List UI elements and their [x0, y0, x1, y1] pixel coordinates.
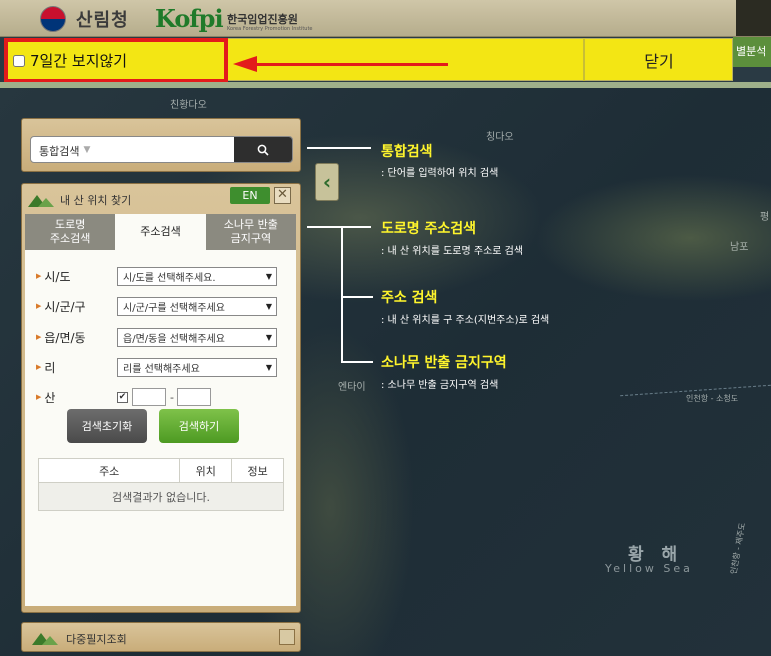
search-category-value: 통합검색 — [39, 145, 80, 158]
form-row-ri: ▶ 리 리를 선택해주세요 ▼ — [25, 356, 296, 378]
annotation-title-road: 도로명 주소검색 — [381, 221, 477, 237]
hide-7days-label: 7일간 보지않기 — [30, 52, 128, 70]
mountain-icon — [28, 193, 56, 207]
annotation-desc-integrated: : 단어를 입력하여 위치 검색 — [381, 168, 499, 179]
kofpi-wordmark: Kofpi — [155, 4, 224, 33]
lot-number-dash: - — [170, 390, 174, 404]
expand-panel-icon[interactable] — [279, 629, 295, 645]
annotation-desc-address: : 내 산 위치를 구 주소(지번주소)로 검색 — [381, 315, 550, 326]
close-icon[interactable]: ✕ — [274, 187, 291, 204]
annotation-desc-pine: : 소나무 반출 금지구역 검색 — [381, 380, 499, 391]
map-label-pyeong: 평 — [760, 212, 770, 223]
run-search-button[interactable]: 검색하기 — [159, 409, 239, 443]
logo1-text: 산림청 — [76, 10, 129, 31]
column-header-address: 주소 — [37, 458, 181, 483]
form-row-mountain: ▶ 산 ✔ - — [25, 386, 296, 408]
integrated-search-box: 통합검색 ▼ — [30, 136, 293, 163]
sigungu-select[interactable]: 시/군/구를 선택해주세요 ▼ — [117, 296, 277, 316]
map-label-yantai: 엔타이 — [338, 382, 366, 393]
bullet-icon: ▶ — [36, 302, 42, 310]
kofpi-english-name: Korea Forestry Promotion Institute — [227, 26, 313, 32]
annotation-title-integrated: 통합검색 — [381, 144, 433, 160]
dropdown-arrow-icon: ▼ — [265, 271, 272, 281]
sido-select[interactable]: 시/도를 선택해주세요. ▼ — [117, 266, 277, 286]
mountain-checkbox[interactable]: ✔ — [117, 391, 128, 403]
analysis-tab[interactable]: 별분석 — [733, 37, 771, 67]
hide-7days-checkbox[interactable] — [13, 54, 25, 67]
eupmyeondong-label: 읍/면/동 — [44, 330, 86, 345]
tab-address[interactable]: 주소검색 — [115, 214, 206, 250]
form-row-eupmyeondong: ▶ 읍/면/동 읍/면/동을 선택해주세요 ▼ — [25, 326, 296, 348]
bullet-icon: ▶ — [36, 272, 42, 280]
column-header-location: 위치 — [179, 458, 233, 483]
form-row-sido: ▶ 시/도 시/도를 선택해주세요. ▼ — [25, 265, 296, 287]
header-right-edge — [736, 0, 771, 36]
site-header: 산림청 Kofpi 한국임업진흥원 Korea Forestry Promoti… — [0, 0, 771, 37]
search-results-table: 주소 위치 정보 검색결과가 없습니다. — [37, 458, 284, 511]
address-search-form: ▶ 시/도 시/도를 선택해주세요. ▼ ▶ 시/군/구 시/군/구를 선택해주세요 ▼… — [25, 250, 296, 606]
annotation-title-address: 주소 검색 — [381, 290, 438, 306]
map-label-qingdao: 칭다오 — [486, 132, 514, 143]
search-icon — [257, 144, 269, 156]
tab-pine-restriction-label: 소나무 반출 금지구역 — [223, 218, 278, 245]
annotation-line-vertical — [341, 226, 343, 363]
english-toggle-button[interactable]: EN — [230, 187, 270, 204]
map-label-nampo: 남포 — [730, 242, 749, 253]
annotation-line-4 — [341, 361, 373, 363]
mountain-label: 산 — [44, 390, 56, 405]
tab-road-address-label: 도로명 주소검색 — [49, 218, 91, 245]
red-arrow-head-icon — [233, 56, 257, 72]
popup-notice-bar: 닫기 7일간 보지않기 별분석 — [0, 37, 771, 83]
form-row-sigungu: ▶ 시/군/구 시/군/구를 선택해주세요 ▼ — [25, 295, 296, 317]
red-arrow-shaft — [255, 63, 448, 66]
ri-select[interactable]: 리를 선택해주세요 ▼ — [117, 357, 277, 377]
popup-close-button[interactable]: 닫기 — [585, 38, 733, 81]
annotation-line-1 — [307, 147, 371, 149]
find-panel-title: 내 산 위치 찾기 — [60, 194, 132, 207]
taegeuk-emblem-icon — [40, 6, 66, 32]
dropdown-arrow-icon: ▼ — [265, 301, 272, 311]
find-location-panel: 내 산 위치 찾기 EN ✕ 도로명 주소검색 주소검색 소나무 반출 금지구역… — [21, 183, 301, 613]
column-header-info: 정보 — [231, 458, 284, 483]
eupmyeondong-select[interactable]: 읍/면/동을 선택해주세요 ▼ — [117, 327, 277, 347]
multi-parcel-panel[interactable]: 다중필지조회 — [21, 622, 301, 652]
search-type-tabs: 도로명 주소검색 주소검색 소나무 반출 금지구역 — [25, 214, 296, 250]
search-category-select[interactable]: 통합검색 ▼ — [31, 137, 234, 162]
bullet-icon: ▶ — [36, 333, 42, 341]
tab-address-label: 주소검색 — [140, 225, 181, 238]
tab-pine-restriction[interactable]: 소나무 반출 금지구역 — [205, 214, 296, 250]
mountain-icon — [32, 631, 60, 645]
search-button[interactable] — [234, 137, 292, 162]
multi-parcel-title: 다중필지조회 — [66, 633, 127, 646]
sigungu-label: 시/군/구 — [44, 299, 86, 314]
kofpi-korean-name: 한국임업진흥원 — [227, 13, 298, 26]
bullet-icon: ▶ — [36, 393, 42, 401]
sea-label-english: Yellow Sea — [605, 562, 693, 575]
integrated-search-panel: 통합검색 ▼ — [21, 118, 301, 172]
annotation-line-2 — [307, 226, 371, 228]
hide-7days-option[interactable]: 7일간 보지않기 — [4, 38, 228, 83]
tab-road-address[interactable]: 도로명 주소검색 — [25, 214, 116, 250]
lot-main-number-input[interactable] — [132, 388, 166, 406]
chevron-left-icon: ‹ — [322, 170, 332, 194]
dropdown-arrow-icon: ▼ — [265, 362, 272, 372]
dropdown-arrow-icon: ▼ — [265, 332, 272, 342]
panel-collapse-button[interactable]: ‹ — [315, 163, 339, 201]
reset-search-button[interactable]: 검색초기화 — [67, 409, 147, 443]
annotation-desc-road: : 내 산 위치를 도로명 주소로 검색 — [381, 246, 524, 257]
empty-results-message: 검색결과가 없습니다. — [38, 482, 284, 511]
map-label-qinhuangdao: 친황다오 — [170, 100, 207, 111]
kofpi-logo[interactable]: Kofpi 한국임업진흥원 Korea Forestry Promotion I… — [155, 4, 313, 33]
sido-label: 시/도 — [44, 269, 71, 284]
lot-sub-number-input[interactable] — [176, 388, 211, 406]
route-label-jeju: 인천항 - 제주도 — [729, 522, 748, 575]
route-label-socheong: 인천항 - 소청도 — [686, 394, 739, 403]
caret-down-icon: ▼ — [83, 145, 91, 155]
korea-forest-service-logo[interactable]: 산림청 — [40, 6, 129, 32]
ri-label: 리 — [44, 360, 56, 375]
annotation-line-3 — [341, 296, 373, 298]
annotation-title-pine: 소나무 반출 금지구역 — [381, 355, 507, 371]
bullet-icon: ▶ — [36, 363, 42, 371]
